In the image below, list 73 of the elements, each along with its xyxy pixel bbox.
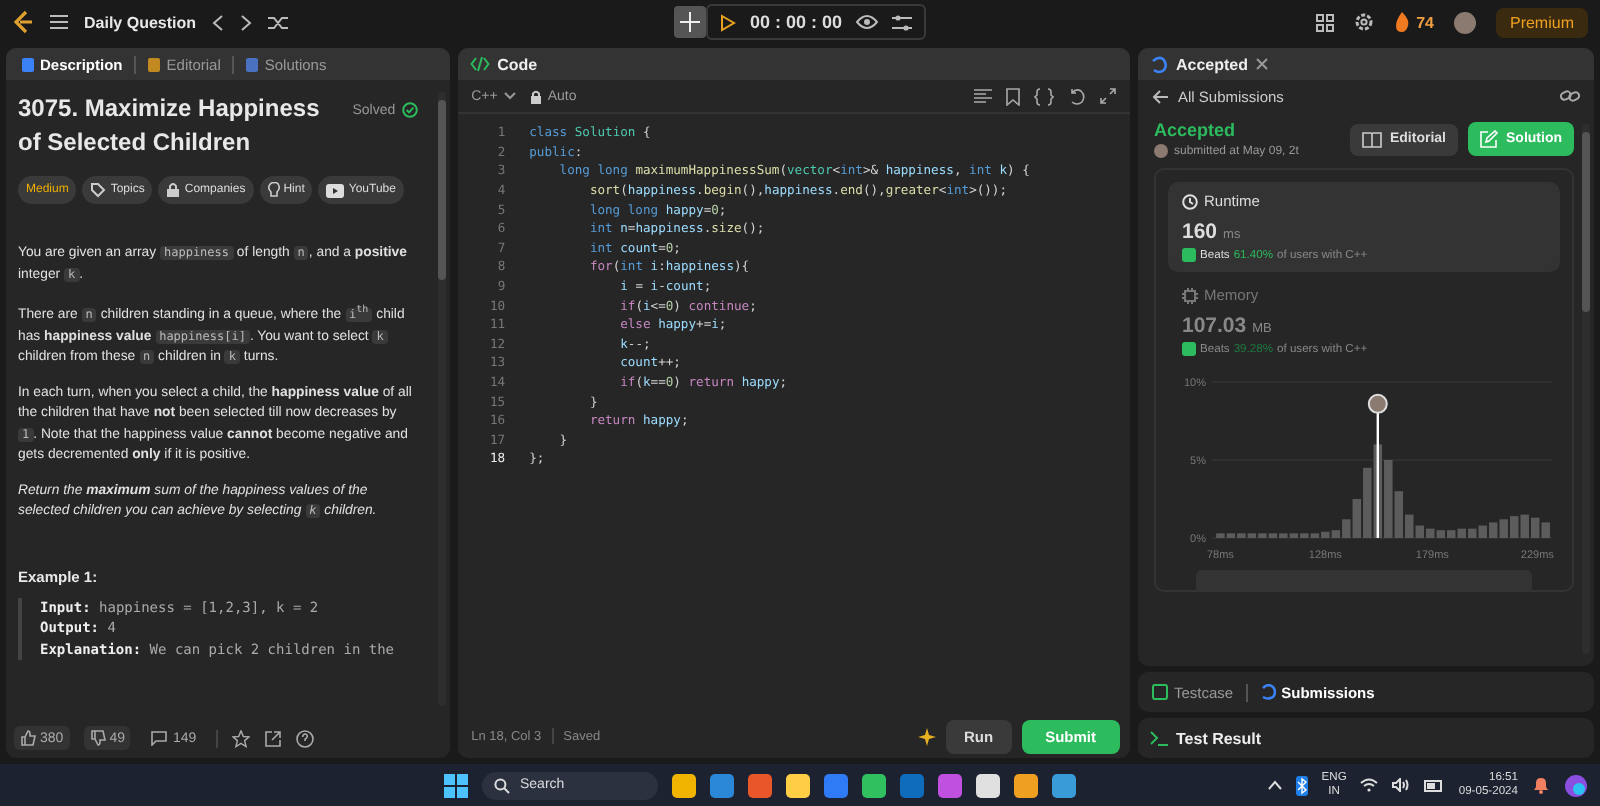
lock-icon [529, 89, 542, 103]
flame-icon[interactable] [1394, 12, 1411, 32]
taskbar-app-icon[interactable] [1052, 773, 1076, 797]
chip-icon [1182, 287, 1198, 303]
stat-value: 107.03 [1182, 314, 1247, 338]
windows-start-icon[interactable] [444, 773, 468, 797]
settings-icon[interactable] [1354, 12, 1375, 32]
taskbar-app-icon[interactable] [862, 773, 886, 797]
taskbar-app-icon[interactable] [786, 773, 810, 797]
bookmark-icon[interactable] [1006, 87, 1020, 105]
daily-question-title[interactable]: Daily Question [84, 13, 197, 31]
your-runtime-marker[interactable] [1367, 393, 1388, 538]
history-icon [1259, 684, 1276, 700]
thumbs-down-icon [89, 730, 106, 746]
eye-icon[interactable] [856, 14, 879, 30]
play-icon[interactable] [719, 13, 736, 31]
clock-icon [1182, 193, 1198, 209]
braces-icon[interactable] [1034, 87, 1054, 105]
code-panel-title[interactable]: Code [497, 55, 538, 73]
drag-handle-icon[interactable] [673, 6, 706, 38]
list-icon[interactable] [50, 14, 68, 30]
test-result-title[interactable]: Test Result [1176, 729, 1262, 747]
bell-icon[interactable] [1532, 776, 1550, 794]
checkbox-icon [1152, 684, 1168, 700]
premium-button[interactable]: Premium [1495, 7, 1588, 37]
lightbulb-icon [267, 182, 280, 198]
star-icon[interactable] [232, 729, 251, 747]
problem-title: 3075. Maximize Happiness of Selected Children [18, 92, 322, 160]
logo-icon[interactable] [12, 10, 34, 34]
edit-icon [1480, 130, 1498, 148]
stat-value: 160 [1182, 220, 1218, 244]
caret-icon [503, 92, 516, 100]
check-circle-icon [401, 102, 418, 118]
timer-text: 00 : 00 : 00 [749, 12, 843, 32]
battery-icon[interactable] [1424, 779, 1445, 791]
speaker-icon[interactable] [1392, 778, 1411, 792]
scrollbar[interactable] [437, 92, 446, 706]
sliders-icon[interactable] [892, 13, 913, 31]
tag-icon [90, 182, 107, 198]
back-arrow-icon[interactable] [1152, 89, 1168, 103]
avatar [1154, 144, 1168, 158]
chevron-left-icon[interactable] [212, 13, 225, 31]
taskbar-app-icon[interactable] [1014, 773, 1038, 797]
comment-icon [150, 730, 169, 746]
format-icon[interactable] [974, 88, 992, 104]
terminal-icon [1150, 730, 1168, 746]
taskbar-app-icon[interactable] [672, 773, 696, 797]
avatar[interactable] [1453, 11, 1476, 33]
reset-icon[interactable] [1068, 87, 1086, 105]
accepted-tab[interactable]: Accepted [1176, 55, 1249, 73]
verdict-text: Accepted [1154, 120, 1238, 140]
video-icon [326, 183, 345, 197]
wifi-icon[interactable] [1360, 778, 1379, 792]
lock-icon [166, 182, 181, 198]
book-icon [1361, 131, 1382, 147]
thumbs-up-icon [20, 730, 36, 746]
help-icon[interactable] [296, 729, 315, 747]
link-icon[interactable] [1560, 88, 1580, 104]
scrollbar[interactable] [1582, 124, 1590, 654]
streak-count[interactable]: 74 [1416, 13, 1434, 31]
share-icon[interactable] [264, 729, 283, 747]
code-icon [469, 56, 490, 72]
bluetooth-icon[interactable] [1295, 775, 1308, 795]
history-icon [1150, 55, 1168, 73]
expand-icon[interactable] [1100, 88, 1116, 104]
shuffle-icon[interactable] [268, 13, 289, 31]
chevron-right-icon[interactable] [240, 13, 253, 31]
close-icon[interactable] [1256, 58, 1269, 70]
taskbar-app-icon[interactable] [976, 773, 1000, 797]
chevron-up-icon[interactable] [1267, 780, 1282, 790]
grid-icon[interactable] [1316, 13, 1335, 31]
sparkle-icon[interactable] [917, 727, 936, 745]
search-icon [494, 777, 510, 793]
